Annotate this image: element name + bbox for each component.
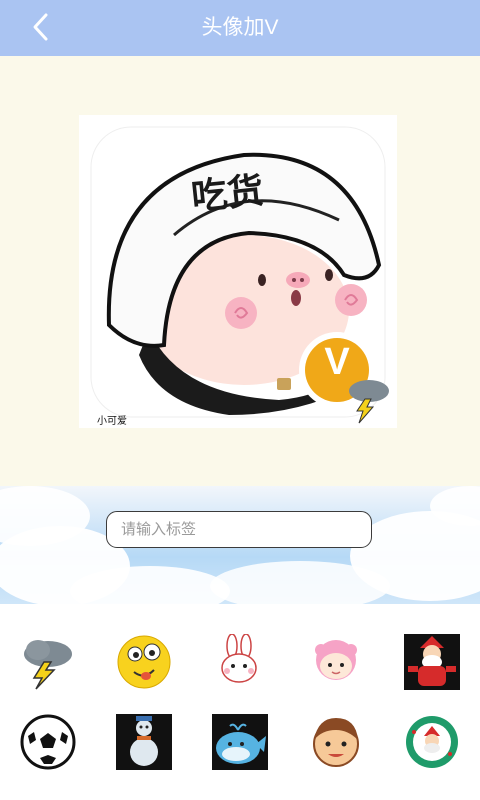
boy-face-icon — [313, 718, 359, 767]
top-bar: 头像加V — [0, 0, 480, 56]
avatar-caption: 小可爱 — [97, 416, 127, 427]
avatar-preview[interactable]: 吃货 V 小可爱 — [79, 115, 397, 428]
tag-input[interactable] — [106, 511, 372, 548]
sticker-item[interactable] — [212, 714, 268, 770]
sticker-item[interactable] — [20, 714, 76, 770]
sticker-item[interactable] — [404, 634, 460, 690]
verified-badge-letter: V — [324, 341, 350, 383]
thunderstorm-cloud-icon — [24, 640, 72, 690]
bunny-icon — [221, 634, 257, 683]
snowman-icon — [116, 714, 172, 770]
sticker-item[interactable] — [212, 634, 268, 690]
pink-hair-girl-icon — [315, 640, 357, 680]
sticker-item[interactable] — [308, 714, 364, 770]
santa-claus-icon — [404, 634, 460, 690]
sticker-item[interactable] — [116, 634, 172, 690]
soccer-ball-icon — [20, 714, 76, 770]
silly-face-emoji-icon — [117, 635, 171, 689]
helmet-text: 吃货 — [189, 169, 266, 218]
canvas-area: 吃货 V 小可爱 — [0, 56, 480, 486]
page-title: 头像加V — [201, 16, 279, 39]
sticker-item[interactable] — [116, 714, 172, 770]
sticker-item[interactable] — [20, 634, 76, 690]
sticker-item[interactable] — [404, 714, 460, 770]
sticker-item[interactable] — [308, 634, 364, 690]
christmas-wreath-santa-icon — [406, 716, 458, 768]
blue-whale-icon — [212, 714, 268, 770]
sticker-panel — [0, 604, 480, 800]
